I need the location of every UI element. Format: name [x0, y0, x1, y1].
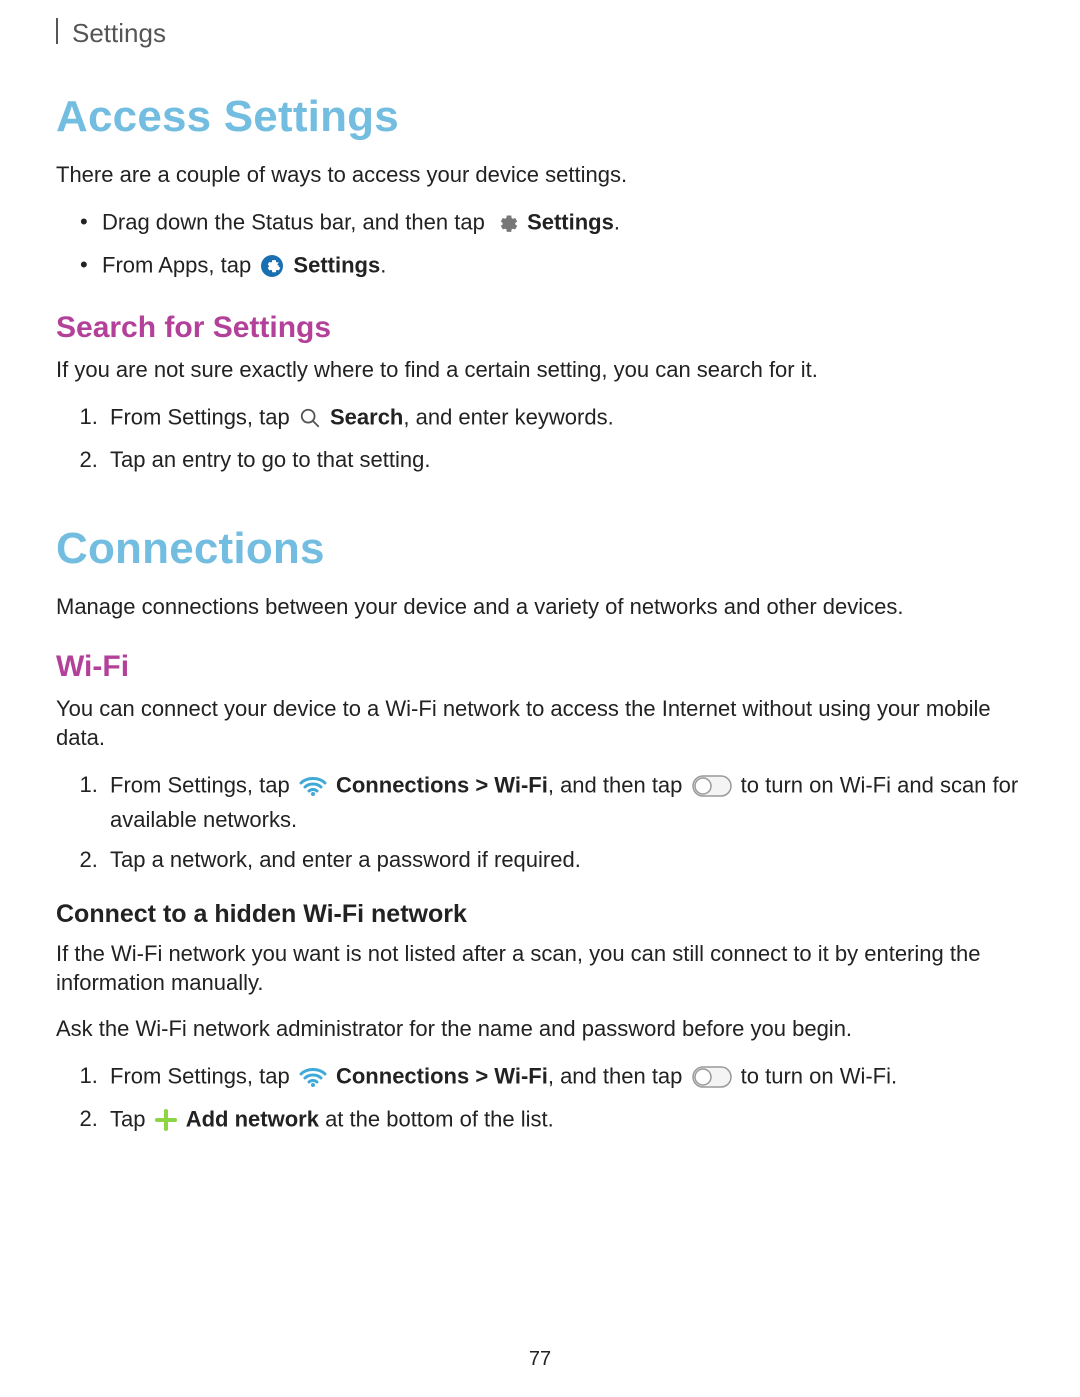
label-add-network: Add network — [186, 1106, 319, 1131]
document-page: Settings Access Settings There are a cou… — [0, 0, 1080, 1397]
hidden-wifi-p1: If the Wi-Fi network you want is not lis… — [56, 939, 1024, 998]
header-rule: Settings — [56, 18, 166, 44]
page-number: 77 — [0, 1348, 1080, 1371]
hidden-step-2: Tap Add network at the bottom of the lis… — [104, 1103, 1024, 1138]
heading-search-for-settings: Search for Settings — [56, 311, 1024, 345]
text: From Settings, tap — [110, 772, 296, 797]
gear-outline-icon — [494, 206, 518, 238]
wifi-steps: From Settings, tap Connections > Wi-Fi, … — [78, 769, 1024, 876]
hidden-step-1: From Settings, tap Connections > Wi-Fi, … — [104, 1060, 1024, 1095]
connections-intro: Manage connections between your device a… — [56, 592, 1024, 622]
page-header: Settings — [56, 0, 1024, 44]
text: . — [380, 252, 386, 277]
search-step-1: From Settings, tap Search, and enter key… — [104, 401, 1024, 436]
search-steps: From Settings, tap Search, and enter key… — [78, 401, 1024, 476]
hidden-wifi-steps: From Settings, tap Connections > Wi-Fi, … — [78, 1060, 1024, 1138]
text: Drag down the Status bar, and then tap — [102, 209, 491, 234]
access-settings-intro: There are a couple of ways to access you… — [56, 160, 1024, 190]
access-settings-bullets: Drag down the Status bar, and then tap S… — [78, 206, 1024, 284]
wifi-step-2: Tap a network, and enter a password if r… — [104, 844, 1024, 876]
text: From Settings, tap — [110, 404, 296, 429]
hidden-wifi-p2: Ask the Wi-Fi network administrator for … — [56, 1014, 1024, 1044]
text: From Settings, tap — [110, 1063, 296, 1088]
bullet-statusbar: Drag down the Status bar, and then tap S… — [78, 206, 1024, 241]
text: From Apps, tap — [102, 252, 257, 277]
heading-wifi: Wi-Fi — [56, 650, 1024, 684]
text: at the bottom of the list. — [319, 1106, 554, 1131]
label-search: Search — [330, 404, 403, 429]
text: Tap — [110, 1106, 152, 1131]
heading-hidden-wifi: Connect to a hidden Wi-Fi network — [56, 900, 1024, 929]
header-section-label: Settings — [72, 18, 166, 48]
plus-icon — [155, 1103, 177, 1135]
search-intro: If you are not sure exactly where to fin… — [56, 355, 1024, 385]
wifi-icon — [299, 1060, 327, 1092]
bullet-from-apps: From Apps, tap Settings. — [78, 249, 1024, 284]
wifi-intro: You can connect your device to a Wi-Fi n… — [56, 694, 1024, 753]
label-settings: Settings — [527, 209, 614, 234]
toggle-off-icon — [692, 1060, 732, 1092]
search-icon — [299, 401, 321, 433]
text: , and then tap — [548, 1063, 689, 1088]
toggle-off-icon — [692, 769, 732, 801]
label-connections-wifi: Connections > Wi-Fi — [336, 772, 548, 797]
settings-app-icon — [260, 249, 284, 281]
text: , and then tap — [548, 772, 689, 797]
heading-access-settings: Access Settings — [56, 92, 1024, 142]
search-step-2: Tap an entry to go to that setting. — [104, 444, 1024, 476]
wifi-step-1: From Settings, tap Connections > Wi-Fi, … — [104, 769, 1024, 836]
wifi-icon — [299, 769, 327, 801]
heading-connections: Connections — [56, 524, 1024, 574]
text: . — [614, 209, 620, 234]
text: to turn on Wi-Fi. — [741, 1063, 897, 1088]
label-settings: Settings — [293, 252, 380, 277]
label-connections-wifi: Connections > Wi-Fi — [336, 1063, 548, 1088]
text: , and enter keywords. — [403, 404, 613, 429]
